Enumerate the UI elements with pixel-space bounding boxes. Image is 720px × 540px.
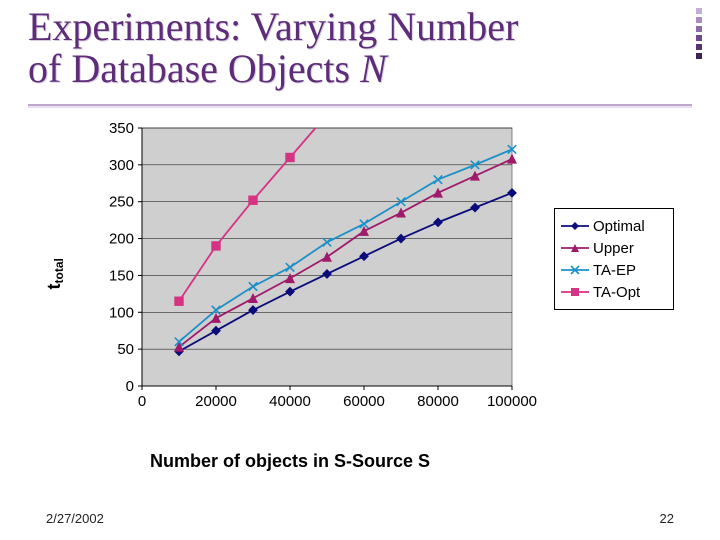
svg-text:200: 200	[109, 231, 134, 248]
svg-text:0: 0	[138, 393, 146, 410]
legend-swatch	[561, 263, 589, 277]
title-line2: of Database Objects	[28, 46, 360, 91]
legend-label: Optimal	[593, 218, 645, 235]
x-axis-label: Number of objects in S-Source S	[46, 451, 534, 472]
svg-text:300: 300	[109, 157, 134, 174]
svg-text:350: 350	[109, 120, 134, 137]
legend-swatch	[561, 219, 589, 233]
legend-item-ta-opt: TA-Opt	[561, 281, 667, 303]
legend-swatch	[561, 285, 589, 299]
page-title: Experiments: Varying Number of Database …	[28, 6, 680, 90]
title-line1: Experiments: Varying Number	[28, 4, 518, 49]
legend-swatch	[561, 241, 589, 255]
legend-item-ta-ep: TA-EP	[561, 259, 667, 281]
svg-text:60000: 60000	[343, 393, 385, 410]
footer-date: 2/27/2002	[46, 511, 104, 526]
svg-text:40000: 40000	[269, 393, 311, 410]
legend-item-optimal: Optimal	[561, 215, 667, 237]
y-axis-label: ttotal	[44, 258, 65, 289]
legend-item-upper: Upper	[561, 237, 667, 259]
legend-label: TA-EP	[593, 262, 636, 279]
svg-text:50: 50	[117, 341, 134, 358]
footer-page: 22	[660, 511, 674, 526]
svg-text:250: 250	[109, 194, 134, 211]
decorative-dots	[696, 8, 702, 94]
svg-text:100: 100	[109, 304, 134, 321]
svg-text:0: 0	[126, 378, 134, 395]
svg-text:100000: 100000	[487, 393, 537, 410]
svg-text:150: 150	[109, 267, 134, 284]
title-ital: N	[360, 46, 387, 91]
plot-svg: 0 50 100 150 200 250 300 350 0 20000 40000 60000 800…	[94, 118, 524, 418]
legend-label: TA-Opt	[593, 284, 640, 301]
svg-text:20000: 20000	[195, 393, 237, 410]
legend-label: Upper	[593, 240, 634, 257]
title-underline	[28, 104, 692, 106]
chart: ttotal 0 50 100 150 200 250 300 350 0 20000 40000 6…	[46, 118, 674, 468]
legend: Optimal Upper TA-EP TA-Opt	[554, 208, 674, 310]
svg-text:80000: 80000	[417, 393, 459, 410]
